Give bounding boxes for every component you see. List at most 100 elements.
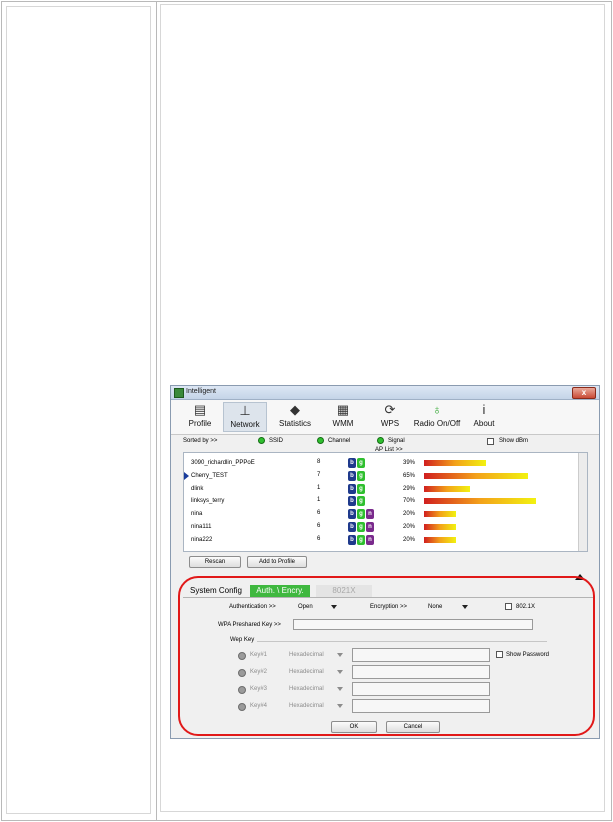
ap-ssid: linksys_terry	[191, 498, 225, 505]
channel-radio[interactable]	[317, 437, 324, 444]
window-title: Intelligent	[186, 388, 216, 395]
ap-signal-bar	[424, 485, 470, 492]
key-input[interactable]	[352, 699, 490, 713]
ap-list-row[interactable]: nina111 6 b g n 20%	[184, 521, 579, 533]
mode-g-icon: g	[357, 522, 365, 532]
key-input[interactable]	[352, 682, 490, 696]
ieee-8021x-label: 802.1X	[516, 604, 536, 610]
toolbar-network[interactable]: ⊥ Network	[223, 402, 267, 432]
toolbar-label: Radio On/Off	[413, 419, 461, 428]
toolbar-radio[interactable]: ♁ Radio On/Off	[411, 402, 463, 432]
toolbar-label: WMM	[332, 419, 354, 428]
radio-icon: ♁	[432, 402, 442, 417]
toolbar-label: About	[473, 419, 495, 428]
ok-button[interactable]: OK	[331, 721, 377, 733]
key-radio[interactable]	[238, 652, 246, 660]
key-type-select[interactable]: Hexadecimal	[289, 652, 324, 658]
signal-radio[interactable]	[377, 437, 384, 444]
left-column	[2, 2, 157, 820]
key-type-select[interactable]: Hexadecimal	[289, 686, 324, 692]
toolbar-statistics[interactable]: ◆ Statistics	[275, 402, 315, 432]
ap-list: 3090_richardlin_PPPoE 8 b g 39% Cherry_TEST 7 b…	[183, 452, 588, 552]
toolbar-wps[interactable]: ⟳ WPS	[377, 402, 403, 432]
toolbar: ▤ Profile ⊥ Network ◆ Statistics ▦ WMM ⟳…	[171, 400, 599, 435]
ap-channel: 6	[317, 523, 321, 529]
encryption-dropdown-icon[interactable]	[462, 605, 468, 609]
profile-icon: ▤	[193, 402, 207, 417]
ap-channel: 6	[317, 510, 321, 517]
ap-list-row[interactable]: nina222 6 b g n 20%	[184, 534, 579, 546]
ap-ssid: nina222	[191, 536, 213, 543]
key-input[interactable]	[352, 648, 490, 662]
show-dbm-checkbox[interactable]	[487, 438, 494, 445]
add-to-profile-button[interactable]: Add to Profile	[247, 556, 307, 568]
toolbar-profile[interactable]: ▤ Profile	[185, 402, 215, 432]
key-radio[interactable]	[238, 686, 246, 694]
ssid-label: SSID	[269, 438, 284, 444]
mode-b-icon: b	[348, 509, 356, 520]
ap-signal-bar	[424, 511, 456, 518]
tab-system-config[interactable]: System Config	[188, 585, 244, 597]
ap-list-row[interactable]: linksys_terry 1 b g 70%	[184, 495, 579, 507]
tab-8021x[interactable]: 8021X	[316, 585, 372, 597]
mode-g-icon: g	[357, 483, 365, 494]
encryption-select[interactable]: None	[428, 604, 442, 610]
key-type-dropdown-icon[interactable]	[337, 687, 343, 691]
key-input[interactable]	[352, 665, 490, 679]
wpa-key-input[interactable]	[293, 619, 533, 630]
authentication-label: Authentication >>	[229, 604, 276, 610]
ap-list-row[interactable]: Cherry_TEST 7 b g 65%	[184, 470, 579, 482]
ap-signal-bar	[424, 524, 456, 530]
key-type-dropdown-icon[interactable]	[337, 704, 343, 708]
key-type-dropdown-icon[interactable]	[337, 653, 343, 657]
left-cell	[6, 6, 151, 814]
app-logo-icon	[174, 388, 184, 398]
sorted-by-label: Sorted by >>	[183, 438, 218, 444]
cancel-button[interactable]: Cancel	[386, 721, 440, 733]
mode-b-icon: b	[348, 470, 356, 481]
toolbar-about[interactable]: i About	[471, 402, 497, 432]
ap-list-row[interactable]: nina 6 b g n 20%	[184, 508, 579, 520]
ap-signal-percent: 39%	[403, 460, 416, 466]
mode-b-icon: b	[348, 483, 356, 494]
tab-divider	[183, 597, 593, 598]
tab-auth-encry[interactable]: Auth. \ Encry.	[250, 585, 310, 597]
close-button[interactable]: x	[572, 387, 596, 399]
toolbar-label: Profile	[188, 419, 212, 428]
ap-signal-percent: 20%	[403, 524, 416, 530]
show-password-checkbox[interactable]	[496, 651, 503, 658]
authentication-dropdown-icon[interactable]	[331, 605, 337, 609]
wep-key-label: Wep Key	[230, 637, 255, 643]
key-label: Key#4	[250, 703, 268, 709]
toolbar-wmm[interactable]: ▦ WMM	[329, 402, 357, 432]
ap-list-row[interactable]: dlink 1 b g 29%	[184, 483, 579, 495]
ap-ssid: dlink	[191, 485, 204, 492]
rescan-button[interactable]: Rescan	[189, 556, 241, 568]
channel-label: Channel	[328, 438, 351, 444]
about-icon: i	[482, 402, 486, 417]
ap-signal-percent: 29%	[403, 485, 416, 492]
ap-ssid: nina	[191, 511, 203, 518]
mode-b-icon: b	[348, 496, 356, 507]
ap-channel: 7	[317, 471, 321, 478]
mode-g-icon: g	[357, 496, 365, 507]
key-radio[interactable]	[238, 669, 246, 677]
key-type-select[interactable]: Hexadecimal	[289, 669, 324, 675]
key-type-dropdown-icon[interactable]	[337, 670, 343, 674]
key-radio[interactable]	[238, 703, 246, 711]
wps-icon: ⟳	[384, 402, 396, 417]
ap-ssid: 3090_richardlin_PPPoE	[191, 460, 255, 466]
mode-g-icon: g	[357, 470, 365, 481]
mode-n-icon: n	[366, 509, 374, 520]
key-type-select[interactable]: Hexadecimal	[289, 703, 324, 709]
authentication-select[interactable]: Open	[298, 604, 313, 610]
ap-list-row[interactable]: 3090_richardlin_PPPoE 8 b g 39%	[184, 457, 579, 469]
toolbar-label: Network	[230, 420, 260, 429]
ssid-radio[interactable]	[258, 437, 265, 444]
key-label: Key#3	[250, 686, 268, 692]
ap-list-scrollbar[interactable]	[578, 453, 587, 551]
ieee-8021x-checkbox[interactable]	[505, 603, 512, 610]
encryption-label: Encryption >>	[370, 604, 408, 610]
utility-window: Intelligent x ▤ Profile ⊥ Network ◆ Stat…	[170, 385, 600, 739]
wep-key-divider	[257, 641, 547, 642]
